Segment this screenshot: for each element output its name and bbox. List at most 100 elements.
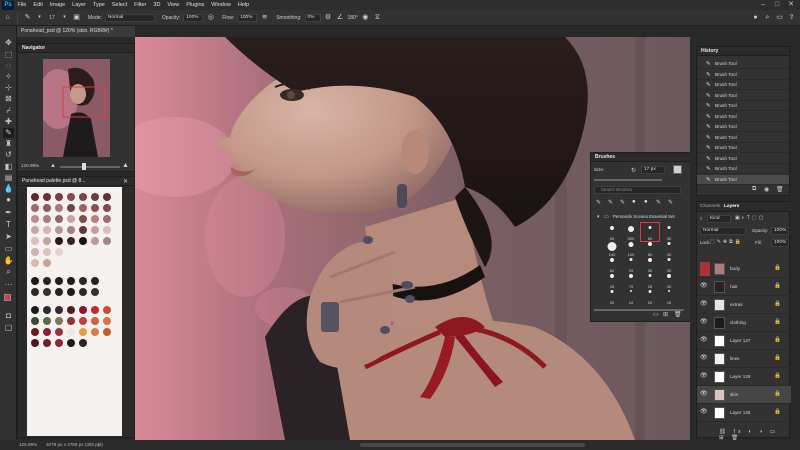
new-brush-icon[interactable]: ⊞ (663, 311, 668, 318)
color-swatch[interactable] (31, 306, 39, 314)
pen-tool-icon[interactable]: ✒ (3, 208, 14, 218)
camera-icon[interactable]: ◉ (764, 186, 769, 193)
layer-name[interactable]: Layer 128 (730, 404, 750, 422)
color-swatch[interactable] (55, 317, 63, 325)
color-swatch[interactable] (67, 277, 75, 285)
color-swatch[interactable] (79, 215, 87, 223)
layer-name[interactable]: lines (730, 350, 739, 368)
color-swatch[interactable] (79, 277, 87, 285)
color-swatch[interactable] (43, 226, 51, 234)
color-swatch[interactable] (91, 317, 99, 325)
color-swatch[interactable] (103, 204, 111, 212)
color-swatch[interactable] (91, 237, 99, 245)
opacity-field[interactable]: 100% (183, 13, 204, 22)
color-swatch[interactable] (79, 237, 87, 245)
eye-icon[interactable]: 👁 (700, 319, 708, 326)
color-swatch[interactable] (103, 237, 111, 245)
reset-icon[interactable]: ↻ (631, 167, 636, 174)
color-swatch[interactable] (31, 226, 39, 234)
brush-size-field[interactable]: 17 px (641, 166, 665, 174)
color-swatch[interactable] (67, 237, 75, 245)
menu-window[interactable]: Window (208, 2, 235, 8)
chevron-down-icon[interactable]: ▾ (35, 13, 44, 22)
lock-icons[interactable]: ⬚✎✥⧉🔒 (710, 239, 743, 245)
zoom-in-icon[interactable]: ▲ (122, 162, 129, 169)
quick-mask-icon[interactable]: ◘ (3, 311, 14, 321)
angle-value[interactable]: 180° (348, 15, 358, 21)
color-swatch[interactable] (31, 288, 39, 296)
palette-canvas[interactable] (27, 187, 122, 436)
zoom-out-icon[interactable]: ▲ (50, 163, 56, 169)
gradient-tool-icon[interactable]: ▤ (3, 173, 14, 183)
color-swatch[interactable] (43, 237, 51, 245)
type-tool-icon[interactable]: T (3, 220, 14, 230)
color-swatch[interactable] (67, 317, 75, 325)
flow-field[interactable]: 100% (237, 13, 258, 22)
eye-icon[interactable]: 👁 (700, 337, 708, 344)
airbrush-icon[interactable]: ≋ (260, 13, 269, 22)
layer-name[interactable]: skin (730, 386, 738, 404)
menu-3d[interactable]: 3D (150, 2, 164, 8)
eye-icon[interactable]: 👁 (700, 409, 708, 416)
fill-field[interactable]: 100% (771, 239, 789, 247)
lasso-tool-icon[interactable]: ◌ (3, 61, 14, 71)
color-swatch[interactable] (91, 277, 99, 285)
color-swatch[interactable] (43, 339, 51, 347)
brush-preset[interactable]: 20 (641, 287, 659, 305)
layer-row[interactable]: 👁 skin 🔒 (697, 386, 791, 404)
layer-row[interactable]: 👁 clothing 🔒 (697, 314, 791, 332)
color-swatch[interactable] (91, 215, 99, 223)
screen-mode-icon[interactable]: ▢ (3, 323, 14, 333)
color-swatch[interactable] (31, 237, 39, 245)
history-item[interactable]: ✎ Brush Tool (697, 59, 789, 69)
color-swatch[interactable] (91, 204, 99, 212)
brush-size-slider[interactable] (594, 179, 662, 181)
brush-folder-name[interactable]: Pernande Scenes Essential Set (613, 214, 675, 219)
eye-icon[interactable]: 👁 (700, 283, 708, 290)
brush-tool-icon[interactable]: ✎ (3, 128, 14, 138)
history-item[interactable]: ✎ Brush Tool (697, 101, 789, 111)
rectangle-tool-icon[interactable]: ▭ (3, 244, 14, 254)
color-swatch[interactable] (43, 259, 51, 267)
zoom-tool-icon[interactable]: ⌕ (3, 267, 14, 277)
history-item[interactable]: ✎ Brush Tool (697, 164, 789, 174)
history-item[interactable]: ✎ Brush Tool (697, 112, 789, 122)
brush-tool-preset-icon[interactable]: ✎ (23, 13, 32, 22)
blend-mode-select[interactable]: Normal (700, 227, 746, 235)
menu-edit[interactable]: Edit (30, 2, 46, 8)
tab-channels[interactable]: Channels (700, 204, 720, 209)
brush-search-input[interactable]: Search Brushes (594, 186, 681, 194)
color-swatch[interactable] (91, 226, 99, 234)
eye-icon[interactable]: 👁 (700, 301, 708, 308)
eye-icon[interactable]: 👁 (700, 373, 708, 380)
color-swatch[interactable] (31, 215, 39, 223)
color-swatch[interactable] (91, 193, 99, 201)
color-swatch[interactable] (55, 328, 63, 336)
brush-settings-icon[interactable]: ▣ (72, 13, 81, 22)
color-swatch[interactable] (79, 193, 87, 201)
color-swatch[interactable] (43, 204, 51, 212)
eye-icon[interactable]: 👁 (700, 355, 708, 362)
color-swatch[interactable] (31, 339, 39, 347)
brush-preview-icon[interactable] (673, 165, 682, 174)
color-swatch[interactable] (55, 248, 63, 256)
color-swatch[interactable] (43, 193, 51, 201)
minimize-icon[interactable]: – (756, 0, 770, 10)
layer-row[interactable]: 👁 extras 🔒 (697, 296, 791, 314)
pressure-opacity-icon[interactable]: ◎ (206, 13, 215, 22)
home-icon[interactable]: ⌂ (3, 13, 12, 22)
brush-size-value[interactable]: 17 (47, 15, 57, 21)
color-swatch[interactable] (55, 215, 63, 223)
layer-name[interactable]: Layer 126 (730, 368, 750, 386)
color-swatch[interactable] (31, 204, 39, 212)
color-swatch[interactable] (67, 328, 75, 336)
color-swatch[interactable] (67, 215, 75, 223)
color-swatch[interactable] (55, 288, 63, 296)
menu-layer[interactable]: Layer (69, 2, 90, 8)
brush-preview-slider[interactable] (594, 309, 684, 311)
trash-icon[interactable]: 🗑 (776, 186, 784, 193)
search-icon[interactable]: ⌕ (763, 13, 772, 22)
clone-stamp-tool-icon[interactable]: ♜ (3, 139, 14, 149)
history-item[interactable]: ✎ Brush Tool (697, 122, 789, 132)
close-icon[interactable]: ✕ (784, 0, 798, 10)
